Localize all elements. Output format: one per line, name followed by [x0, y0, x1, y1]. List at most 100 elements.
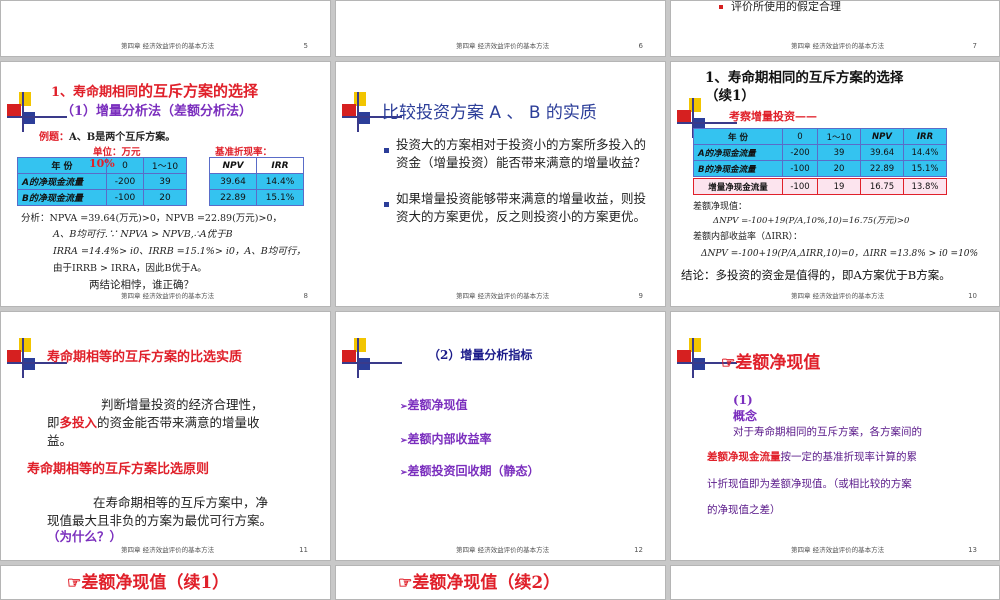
- slide-title: （2）增量分析指标: [428, 348, 533, 362]
- slide-number: 12: [634, 546, 643, 554]
- paragraph-line: 判断增量投资的经济合理性，: [101, 397, 264, 412]
- table-header: 0: [782, 128, 818, 145]
- table-header: IRR: [256, 157, 304, 174]
- arrow-icon: ➢: [400, 402, 408, 412]
- slide-5[interactable]: 第四章 经济效益评价的基本方法 5: [0, 0, 331, 57]
- analysis-line: 由于IRRB > IRRA，因此B优于A。: [53, 263, 207, 274]
- concept-label: (1) 概念: [733, 393, 758, 423]
- table-cell: 14.4%: [256, 173, 304, 190]
- footer-chapter: 第四章 经济效益评价的基本方法: [121, 546, 215, 554]
- footer-chapter: 第四章 经济效益评价的基本方法: [121, 42, 215, 50]
- slide-10[interactable]: 1、寿命期相同的互斥方案的选择 （续1） 考察增量投资—— 年 份 0 1～10…: [670, 61, 1000, 307]
- table-cell: 39.64: [860, 144, 904, 161]
- pointing-hand-icon: ☞: [398, 573, 413, 592]
- square-bullet-icon: [384, 202, 389, 207]
- example-line: 例题：A、B是两个互斥方案。: [39, 132, 176, 143]
- indicator-item[interactable]: ➢差额内部收益率: [400, 430, 492, 447]
- paragraph-line: 即多投入的资金能否带来满意的增量收: [47, 415, 260, 430]
- table-cell: B的净现金流量: [17, 189, 107, 206]
- footer-chapter: 第四章 经济效益评价的基本方法: [791, 292, 885, 300]
- incremental-row-table: 增量净现金流量 -100 19 16.75 13.8%: [693, 178, 947, 195]
- table-header: IRR: [903, 128, 947, 145]
- irr-label: 差额内部收益率（ΔIRR）：: [693, 232, 803, 242]
- table-cell: 39: [817, 144, 861, 161]
- indicator-item[interactable]: ➢差额净现值: [400, 396, 468, 413]
- indicator-item[interactable]: ➢差额投资回收期（静态）: [400, 462, 540, 479]
- rate-value: 10%: [89, 157, 115, 170]
- analysis-line: 分析：NPVA =39.64(万元)>0，NPVB =22.89(万元)>0，: [21, 213, 283, 224]
- footer-chapter: 第四章 经济效益评价的基本方法: [791, 546, 885, 554]
- slide-number: 5: [303, 42, 308, 50]
- slide-title: 1、寿命期相同的互斥方案的选择: [51, 82, 259, 100]
- slide-title-cont: （续1）: [705, 88, 755, 104]
- square-bullet-icon: [719, 5, 723, 9]
- bullet-item: 投资大的方案相对于投资小的方案所多投入的资金（增量投资）能否带来满意的增量收益？: [384, 136, 649, 172]
- table-cell: 15.1%: [256, 189, 304, 206]
- npv-label: 差额净现值：: [693, 202, 748, 212]
- table-cell: 19: [817, 178, 861, 195]
- slide-title: ☞差额净现值（续2）: [398, 573, 561, 593]
- slide-16[interactable]: [670, 565, 1000, 600]
- table-header: NPV: [209, 157, 257, 174]
- slide-number: 10: [968, 292, 977, 300]
- table-cell: -100: [782, 178, 818, 195]
- conclusion-text: 结论：多投资的资金是值得的，即A方案优于B方案。: [681, 268, 951, 282]
- corner-blocks-icon: [677, 338, 737, 378]
- slide-title: ☞差额净现值: [721, 353, 821, 373]
- slide-number: 6: [638, 42, 643, 50]
- arrow-icon: ➢: [400, 468, 408, 478]
- footer-chapter: 第四章 经济效益评价的基本方法: [791, 42, 885, 50]
- rate-label: 基准折现率：: [215, 147, 273, 158]
- slide-11[interactable]: 寿命期相等的互斥方案的比选实质 判断增量投资的经济合理性， 即多投入的资金能否带…: [0, 311, 331, 561]
- slide-7[interactable]: 评价所使用的假定合理 第四章 经济效益评价的基本方法 7: [670, 0, 1000, 57]
- pointing-hand-icon: ☞: [67, 573, 82, 592]
- incremental-table: 年 份 0 1～10 NPV IRR A的净现金流量 -200 39 39.64…: [693, 128, 947, 177]
- slide-number: 13: [968, 546, 977, 554]
- table-cell: B的净现金流量: [693, 160, 783, 177]
- slide-12[interactable]: （2）增量分析指标 ➢差额净现值 ➢差额内部收益率 ➢差额投资回收期（静态） 第…: [335, 311, 666, 561]
- paragraph-line: 计折现值即为差额净现值。（或相比较的方案: [707, 478, 912, 490]
- paragraph-line: 在寿命期相等的互斥方案中，净: [93, 495, 269, 510]
- bullet-item: 如果增量投资能够带来满意的增量收益，则投资大的方案更优，反之则投资小的方案更优。: [384, 190, 649, 226]
- slide-number: 11: [299, 546, 308, 554]
- pointing-hand-icon: ☞: [721, 353, 736, 372]
- irr-formula: ΔNPV =-100+19(P/A,ΔIRR,10)=0，ΔIRR =13.8%…: [701, 249, 979, 259]
- slide-number: 7: [972, 42, 977, 50]
- corner-blocks-icon: [342, 338, 402, 378]
- corner-blocks-icon: [7, 92, 67, 132]
- table-cell: -200: [782, 144, 818, 161]
- paragraph-line: 的净现值之差）: [707, 504, 781, 516]
- slide-title: 比较投资方案 A 、 B 的实质: [382, 103, 597, 123]
- paragraph-line: （为什么？）: [47, 529, 123, 544]
- slide-6[interactable]: 第四章 经济效益评价的基本方法 6: [335, 0, 666, 57]
- slide-13[interactable]: ☞差额净现值 (1) 概念 对于寿命期相同的互斥方案，各方案间的 差额净现金流量…: [670, 311, 1000, 561]
- slide-8[interactable]: 1、寿命期相同的互斥方案的选择 （1）增量分析法（差额分析法） 例题：A、B是两…: [0, 61, 331, 307]
- slide-9[interactable]: 比较投资方案 A 、 B 的实质 投资大的方案相对于投资小的方案所多投入的资金（…: [335, 61, 666, 307]
- unit-label: 单位：万元: [93, 147, 141, 158]
- table-header: 1～10: [143, 157, 187, 174]
- table-cell: 14.4%: [903, 144, 947, 161]
- analysis-line: IRRA =14.4%> i0、IRRB =15.1%> i0，A、B均可行，: [53, 246, 306, 257]
- slide-number: 9: [638, 292, 643, 300]
- footer-chapter: 第四章 经济效益评价的基本方法: [456, 42, 550, 50]
- npv-irr-table: NPV IRR 39.64 14.4% 22.89 15.1%: [209, 157, 304, 206]
- paragraph-line: 对于寿命期相同的互斥方案，各方案间的: [733, 426, 922, 438]
- table-cell: A的净现金流量: [693, 144, 783, 161]
- square-bullet-icon: [384, 148, 389, 153]
- footer-chapter: 第四章 经济效益评价的基本方法: [456, 292, 550, 300]
- corner-blocks-icon: [7, 338, 67, 378]
- paragraph-line: 差额净现金流量按一定的基准折现率计算的累: [707, 451, 917, 463]
- slide-subtitle: （1）增量分析法（差额分析法）: [61, 104, 253, 119]
- table-cell: 20: [143, 189, 187, 206]
- table-cell: 20: [817, 160, 861, 177]
- table-cell: 22.89: [209, 189, 257, 206]
- slide-14[interactable]: ☞差额净现值（续1）: [0, 565, 331, 600]
- table-cell: 16.75: [860, 178, 904, 195]
- table-cell: -100: [782, 160, 818, 177]
- slide-15[interactable]: ☞差额净现值（续2）: [335, 565, 666, 600]
- analysis-line: A、B均可行.∵ NPVA > NPVB,∴A优于B: [53, 229, 233, 240]
- bullet-text: 评价所使用的假定合理: [719, 1, 841, 14]
- table-header: 1～10: [817, 128, 861, 145]
- npv-formula: ΔNPV =-100+19(P/A,10%,10)=16.75(万元)>0: [713, 216, 910, 226]
- table-cell: 39: [143, 173, 187, 190]
